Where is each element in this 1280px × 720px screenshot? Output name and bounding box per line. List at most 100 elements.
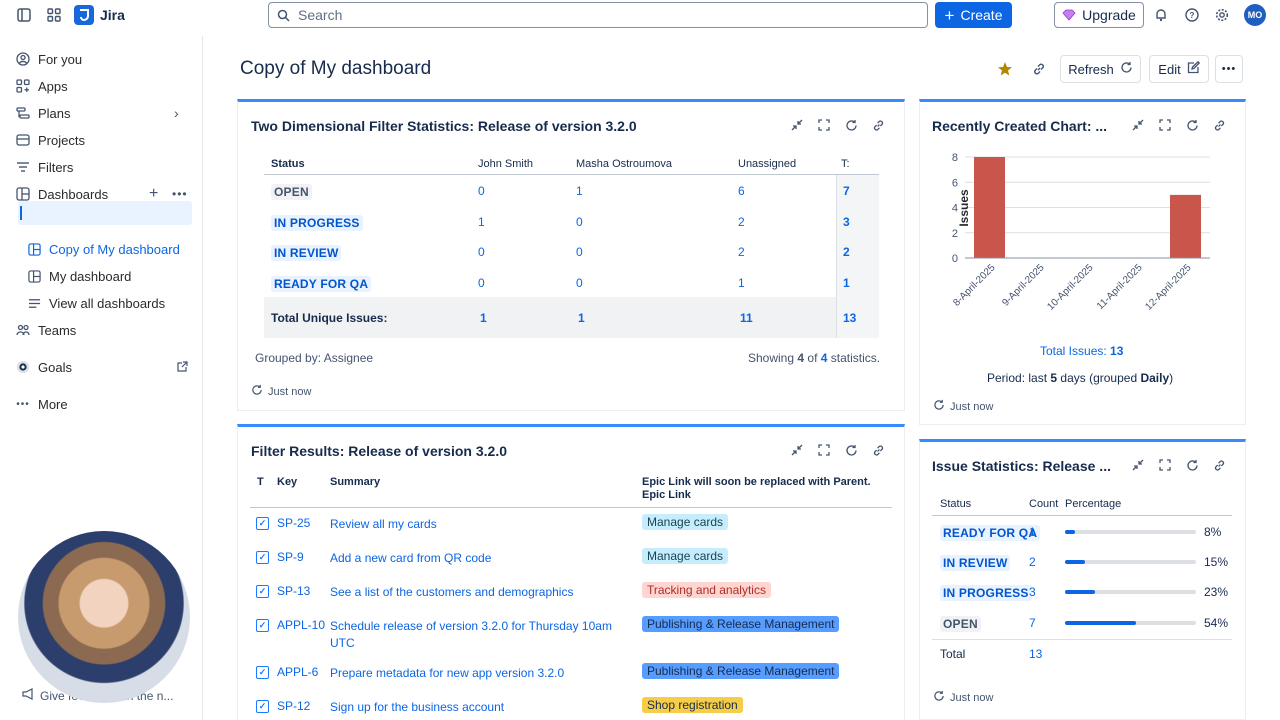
minimize-icon[interactable] [1131, 458, 1145, 472]
epic-lozenge[interactable]: Manage cards [642, 548, 729, 564]
create-button[interactable]: + Create [935, 2, 1012, 28]
issue-summary-link[interactable]: Add a new card from QR code [330, 550, 630, 567]
total-count-link[interactable]: 11 [740, 311, 753, 325]
total-issues-value[interactable]: 13 [1110, 344, 1123, 358]
link-icon[interactable] [1212, 118, 1226, 132]
issue-key-link[interactable]: APPL-6 [277, 665, 318, 679]
jira-logo-icon[interactable] [74, 5, 94, 25]
presenter-video-overlay [18, 531, 190, 703]
sidebar-view-all-dashboards[interactable]: View all dashboards [27, 291, 165, 315]
total-link[interactable]: 1 [843, 276, 850, 290]
more-dots-icon: ••• [1221, 63, 1237, 75]
minimize-icon[interactable] [790, 443, 804, 457]
issue-key-link[interactable]: SP-9 [277, 550, 304, 564]
sidebar-item-for-you[interactable]: For you [16, 47, 82, 71]
epic-lozenge[interactable]: Publishing & Release Management [642, 663, 840, 679]
count-link[interactable]: 0 [576, 215, 583, 229]
issue-key-link[interactable]: SP-13 [277, 584, 310, 598]
issue-summary-link[interactable]: Sign up for the business account [330, 699, 630, 716]
refresh-icon[interactable] [844, 443, 858, 457]
sidebar-item-projects[interactable]: Projects [16, 128, 85, 152]
gadget-title: Recently Created Chart: ... [932, 118, 1108, 134]
settings-gear-icon[interactable] [1212, 5, 1232, 25]
refresh-icon[interactable] [844, 118, 858, 132]
epic-lozenge[interactable]: Manage cards [642, 514, 729, 530]
count-link[interactable]: 1 [738, 276, 745, 290]
total-link[interactable]: 3 [843, 215, 850, 229]
minimize-icon[interactable] [790, 118, 804, 132]
search-input[interactable]: Search [268, 2, 928, 28]
total-link[interactable]: 2 [843, 245, 850, 259]
total-count-link[interactable]: 1 [480, 311, 487, 325]
link-icon[interactable] [1212, 458, 1226, 472]
column-header-percentage: Percentage [1065, 498, 1122, 510]
sidebar-toggle-icon[interactable] [14, 5, 34, 25]
notifications-bell-icon[interactable] [1151, 5, 1171, 25]
refresh-icon[interactable] [1185, 118, 1199, 132]
issue-key-link[interactable]: SP-25 [277, 516, 310, 530]
total-link[interactable]: 7 [843, 184, 850, 198]
refresh-button[interactable]: Refresh [1060, 55, 1141, 83]
issue-summary-link[interactable]: See a list of the customers and demograp… [330, 584, 630, 601]
sidebar-dashboard-copy-of-my-dashboard[interactable]: Copy of My dashboard [27, 237, 180, 261]
help-icon[interactable]: ? [1182, 5, 1202, 25]
sidebar-item-filters[interactable]: Filters [16, 155, 73, 179]
sidebar-item-plans[interactable]: Plans › [16, 101, 188, 125]
count-link[interactable]: 0 [576, 276, 583, 290]
upgrade-button[interactable]: Upgrade [1054, 2, 1144, 28]
sidebar-item-label: Apps [38, 78, 68, 94]
refresh-icon [251, 384, 263, 399]
epic-lozenge[interactable]: Shop registration [642, 697, 743, 713]
sidebar-item-teams[interactable]: Teams [16, 318, 76, 342]
copy-link-icon[interactable] [1032, 62, 1046, 79]
sidebar-item-more[interactable]: ••• More [16, 392, 67, 416]
count-link[interactable]: 1 [478, 215, 485, 229]
edit-button[interactable]: Edit [1149, 55, 1209, 83]
fullscreen-icon[interactable] [817, 118, 831, 132]
count-link[interactable]: 2 [738, 245, 745, 259]
sidebar-dashboard-my-dashboard[interactable]: My dashboard [27, 264, 131, 288]
more-actions-icon[interactable]: ••• [172, 187, 188, 201]
epic-lozenge[interactable]: Tracking and analytics [642, 582, 771, 598]
minimize-icon[interactable] [1131, 118, 1145, 132]
app-switcher-icon[interactable] [44, 5, 64, 25]
count-link[interactable]: 0 [478, 184, 485, 198]
fullscreen-icon[interactable] [1158, 118, 1172, 132]
search-icon [277, 9, 290, 22]
issue-summary-link[interactable]: Review all my cards [330, 516, 630, 533]
count-link[interactable]: 0 [478, 276, 485, 290]
count-link[interactable]: 2 [1029, 555, 1036, 569]
link-icon[interactable] [871, 118, 885, 132]
issue-summary-link[interactable]: Schedule release of version 3.2.0 for Th… [330, 618, 630, 652]
fullscreen-icon[interactable] [817, 443, 831, 457]
grand-total-link[interactable]: 13 [843, 311, 856, 325]
sidebar-item-apps[interactable]: Apps [16, 74, 68, 98]
star-icon[interactable] [997, 61, 1013, 80]
more-options-button[interactable]: ••• [1215, 55, 1243, 83]
fullscreen-icon[interactable] [1158, 458, 1172, 472]
count-link[interactable]: 1 [1029, 525, 1036, 539]
column-header-status: Status [940, 498, 972, 510]
stats-total-value[interactable]: 13 [1029, 647, 1042, 661]
sidebar-item-goals[interactable]: Goals [16, 355, 188, 379]
chevron-right-icon[interactable]: › [174, 105, 179, 121]
user-avatar[interactable]: MO [1244, 4, 1266, 26]
refresh-icon[interactable] [1185, 458, 1199, 472]
issue-key-link[interactable]: APPL-10 [277, 618, 325, 632]
issue-summary-link[interactable]: Prepare metadata for new app version 3.2… [330, 665, 630, 682]
epic-lozenge[interactable]: Publishing & Release Management [642, 616, 840, 632]
app-name[interactable]: Jira [100, 7, 125, 23]
count-link[interactable]: 1 [576, 184, 583, 198]
count-link[interactable]: 2 [738, 215, 745, 229]
showing-total: 4 [820, 351, 828, 365]
issue-key-link[interactable]: SP-12 [277, 699, 310, 713]
count-link[interactable]: 3 [1029, 585, 1036, 599]
column-header-masha: Masha Ostroumova [576, 158, 672, 170]
count-link[interactable]: 0 [576, 245, 583, 259]
total-count-link[interactable]: 1 [578, 311, 585, 325]
external-link-icon[interactable] [177, 360, 188, 375]
link-icon[interactable] [871, 443, 885, 457]
count-link[interactable]: 7 [1029, 616, 1036, 630]
count-link[interactable]: 0 [478, 245, 485, 259]
count-link[interactable]: 6 [738, 184, 745, 198]
